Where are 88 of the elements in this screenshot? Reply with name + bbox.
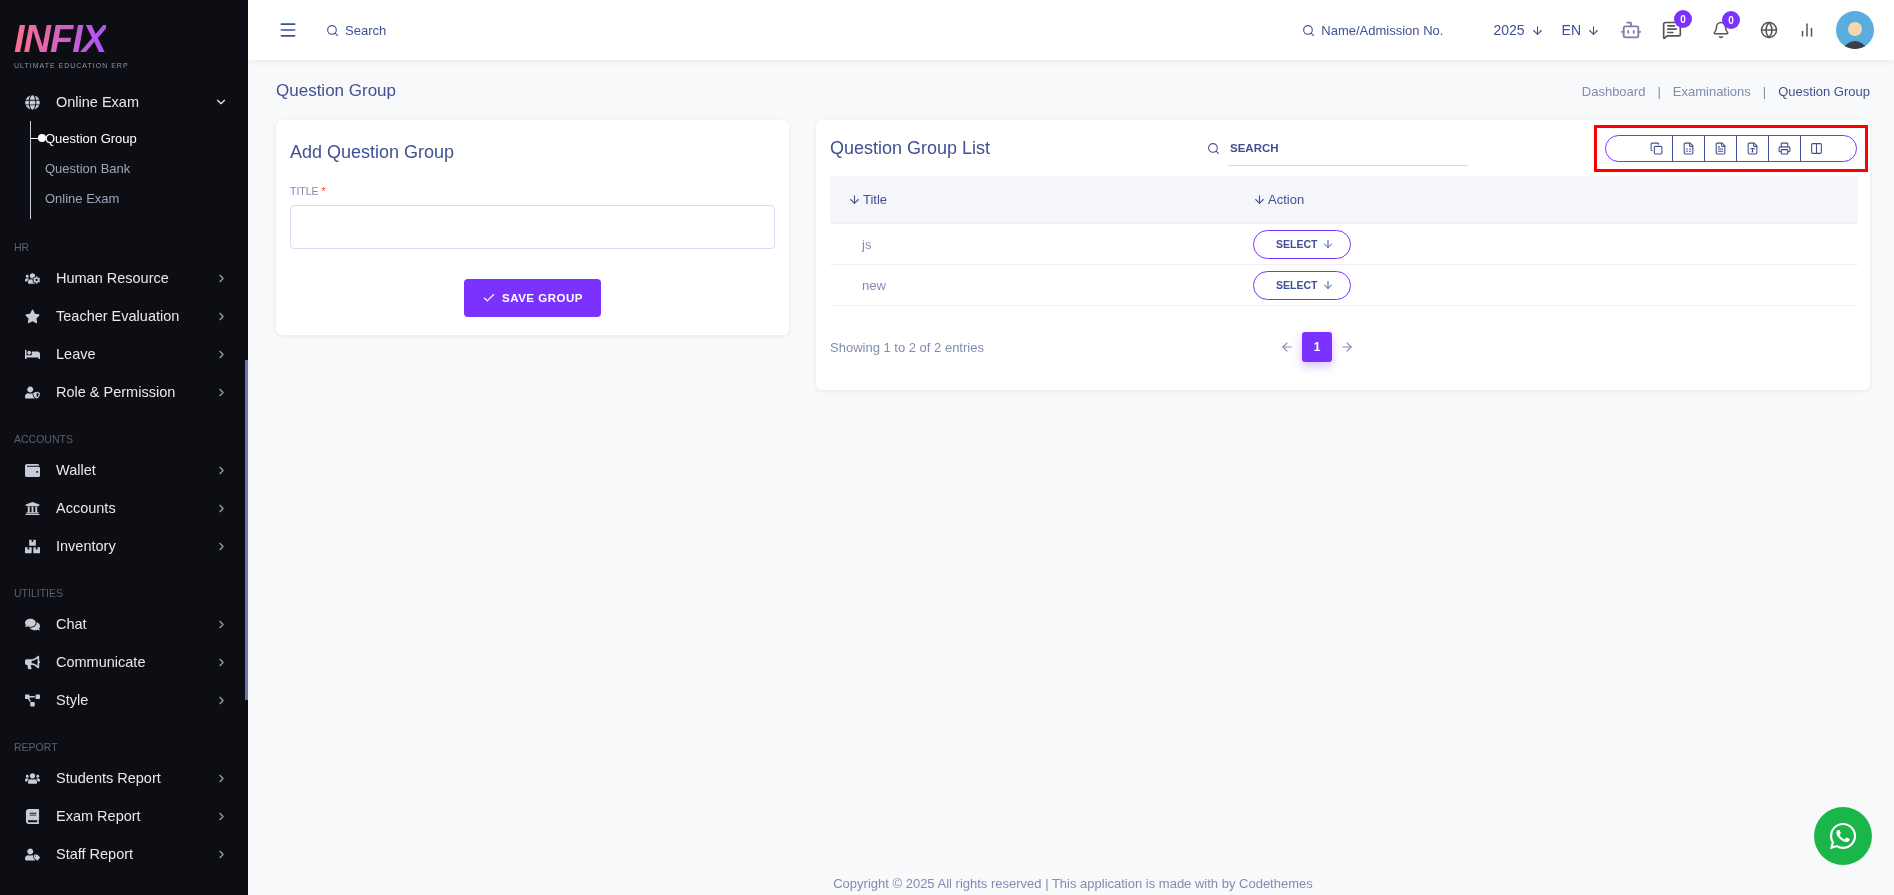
language-dropdown[interactable]: EN [1561,22,1600,38]
arrow-down-icon [1530,23,1544,37]
section-heading: UTILITIES [13,587,64,599]
submenu-item[interactable]: Online Exam [31,183,248,213]
avatar[interactable] [1836,11,1874,49]
submenu-item[interactable]: Question Bank [31,153,248,183]
next-page-button[interactable] [1340,340,1354,354]
card-title: Question Group List [830,137,991,159]
file-icon [1746,141,1759,155]
whatsapp-button[interactable] [1814,807,1872,865]
users-icon [24,770,40,786]
search-icon [1207,141,1220,155]
page-button[interactable]: 1 [1302,332,1332,362]
text-file-icon [1714,141,1727,155]
input-field[interactable] [290,205,775,249]
bank-icon [24,500,40,516]
sidebar-item[interactable]: Accounts [0,489,248,527]
arrow-down-icon [848,193,861,206]
sidebar-item[interactable]: Role & Permission [0,373,248,411]
message-icon [1662,20,1682,40]
count-badge: 0 [1674,10,1692,28]
sidebar-item[interactable]: Style [0,681,248,719]
card-title: Add Question Group [290,142,456,163]
arrow-down-icon [1253,193,1266,206]
submenu-item[interactable]: Question Group [31,123,248,153]
sidebar-item[interactable]: Teacher Evaluation [0,297,248,335]
users-gear-icon [24,270,40,286]
chat-icon [24,616,40,632]
section-heading: ACCOUNTS [13,433,74,445]
globe-icon [24,94,40,110]
print-icon [1778,141,1791,155]
count-badge: 0 [1722,11,1740,29]
section-heading: REPORT [13,741,59,753]
column-header[interactable]: Title [848,192,1253,207]
wallet-icon [24,462,40,478]
megaphone-icon [24,654,40,670]
chat-button[interactable]: 0 [1662,10,1692,40]
notification-button[interactable]: 0 [1712,11,1740,39]
sidebar-item[interactable]: Human Resource [0,259,248,297]
active-dot-icon [38,134,46,142]
select-button[interactable]: SELECT [1253,270,1352,300]
diagram-icon [24,692,40,708]
check-icon [482,291,497,305]
arrow-down-icon [1322,238,1335,250]
copy-icon [1649,141,1663,155]
bell-icon [1712,21,1730,39]
sidebar-item[interactable]: Leave [0,335,248,373]
save-button[interactable]: SAVE GROUP [464,279,601,317]
section-heading: HR [13,241,31,253]
sidebar-item[interactable]: Online Exam [0,83,248,121]
breadcrumb-separator: | [1657,83,1661,99]
search-icon [1302,23,1316,37]
arrow-down-icon [1587,23,1600,37]
student-search-button[interactable]: Name/Admission No. [1302,22,1444,38]
columns-icon [1810,141,1823,155]
column-header[interactable]: Action [1253,192,1858,207]
whatsapp-icon [1828,821,1858,851]
user-shield-icon [24,384,40,400]
table-cell-text: js [862,236,873,252]
boxes-icon [24,538,40,554]
field-label: TITLE [290,185,319,197]
search-icon [326,23,339,37]
search-button[interactable]: Search [326,22,387,38]
entries-info: Showing 1 to 2 of 2 entries [830,339,985,355]
menu-button[interactable] [278,20,298,40]
book-icon [24,808,40,824]
page-title: Question Group [276,81,396,101]
arrow-down-icon [1322,279,1335,291]
star-icon [24,308,40,324]
sidebar-item[interactable]: Communicate [0,643,248,681]
robot-icon[interactable] [1620,19,1642,41]
sidebar-item[interactable]: Students Report [0,759,248,797]
sidebar-item[interactable]: Wallet [0,451,248,489]
sidebar-item[interactable]: Staff Report [0,835,248,873]
spreadsheet-file-icon [1682,141,1695,155]
breadcrumb-link[interactable]: Question Group [1778,83,1870,99]
copyright-text: Copyright © 2025 All rights reserved | This application is made with by Codethemes [832,876,1314,893]
required-mark: * [321,185,326,197]
user-tag-icon [24,846,40,862]
select-button[interactable]: SELECT [1253,229,1352,259]
previous-page-button[interactable] [1280,340,1294,354]
sidebar-item[interactable]: Chat [0,605,248,643]
sidebar-item[interactable]: Inventory [0,527,248,565]
sidebar-item[interactable]: Exam Report [0,797,248,835]
globe-icon[interactable] [1760,21,1778,39]
breadcrumb-separator: | [1762,83,1767,99]
year-dropdown[interactable]: 2025 [1493,22,1544,38]
table-cell-text: new [862,277,887,293]
